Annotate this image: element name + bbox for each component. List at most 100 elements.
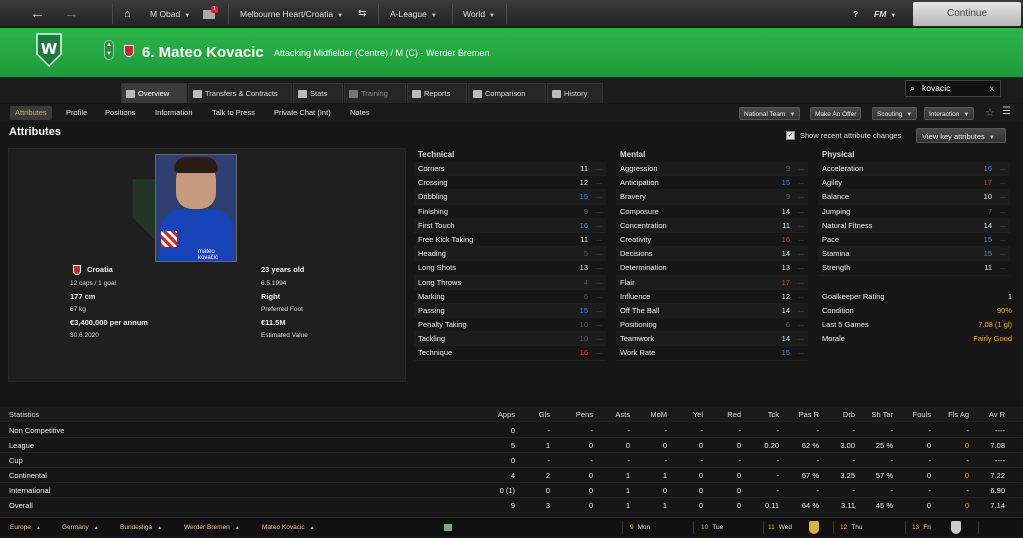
column-header-sh-tar[interactable]: Sh Tar bbox=[871, 407, 893, 422]
breadcrumb-germany[interactable]: Germany ▲ bbox=[62, 518, 99, 537]
stats-row-overall[interactable]: Overall 9 3 0 1 1 0 0 0.11 64 % 3.11 45 % 0 0 7.14 bbox=[0, 498, 1023, 513]
attribute-history-icon[interactable]: ... bbox=[596, 190, 602, 204]
attribute-history-icon[interactable]: ... bbox=[1000, 162, 1006, 176]
attribute-row-agility[interactable]: Agility 17... bbox=[818, 176, 1010, 191]
attribute-row-decisions[interactable]: Decisions 14... bbox=[616, 247, 808, 262]
search-input[interactable]: ⌕ kovacic x bbox=[905, 80, 1001, 97]
attribute-history-icon[interactable]: ... bbox=[798, 332, 804, 346]
column-header-asts[interactable]: Asts bbox=[615, 407, 630, 422]
attribute-history-icon[interactable]: ... bbox=[596, 332, 602, 346]
attribute-history-icon[interactable]: ... bbox=[798, 290, 804, 304]
fm-menu[interactable]: FM ▼ bbox=[874, 0, 896, 28]
attribute-history-icon[interactable]: ... bbox=[798, 247, 804, 261]
attribute-row-finishing[interactable]: Finishing 9... bbox=[414, 205, 606, 219]
calendar-day-thu[interactable]: 12 Thu bbox=[840, 518, 862, 537]
column-header-apps[interactable]: Apps bbox=[498, 407, 515, 422]
scouting-button[interactable]: Scouting ▼ bbox=[872, 107, 918, 120]
player-stepper[interactable]: ▲ ▼ bbox=[104, 40, 114, 60]
breadcrumb-bundesliga[interactable]: Bundesliga ▲ bbox=[120, 518, 162, 537]
column-header-yel[interactable]: Yel bbox=[693, 407, 703, 422]
club-menu[interactable]: Melbourne Heart/Croatia ▼ bbox=[240, 0, 343, 28]
subnav-positions[interactable]: Positions bbox=[100, 106, 140, 120]
view-key-attributes-button[interactable]: View key attributes ▼ bbox=[916, 128, 1006, 143]
subnav-talk-to-press[interactable]: Talk to Press bbox=[207, 106, 260, 120]
tab-overview[interactable]: Overview bbox=[121, 83, 187, 103]
interaction-button[interactable]: Interaction ▼ bbox=[924, 107, 975, 120]
pitch-icon[interactable] bbox=[444, 524, 452, 531]
attribute-history-icon[interactable]: ... bbox=[596, 261, 602, 275]
attribute-row-composure[interactable]: Composure 14... bbox=[616, 205, 808, 219]
attribute-history-icon[interactable]: ... bbox=[798, 233, 804, 247]
inbox-icon[interactable]: 1 bbox=[203, 0, 218, 28]
subnav-profile[interactable]: Profile bbox=[61, 106, 92, 120]
competition-menu[interactable]: A-League ▼ bbox=[390, 0, 437, 28]
attribute-history-icon[interactable]: ... bbox=[798, 219, 804, 233]
attribute-history-icon[interactable]: ... bbox=[596, 247, 602, 261]
home-icon[interactable]: ⌂ bbox=[124, 0, 131, 28]
tab-stats[interactable]: Stats bbox=[293, 83, 343, 103]
help-icon[interactable]: ? bbox=[853, 0, 858, 28]
stats-row-league[interactable]: League 5 1 0 0 0 0 0 0.20 62 % 3.00 25 % 0 0 7.08 bbox=[0, 438, 1023, 453]
attribute-history-icon[interactable]: ... bbox=[1000, 176, 1006, 190]
swap-icon[interactable]: ⇆ bbox=[358, 0, 366, 28]
attribute-row-technique[interactable]: Technique 16... bbox=[414, 346, 606, 361]
attribute-row-free-kick-taking[interactable]: Free Kick Taking 11... bbox=[414, 233, 606, 248]
attribute-history-icon[interactable]: ... bbox=[596, 346, 602, 360]
breadcrumb-europe[interactable]: Europe ▲ bbox=[10, 518, 41, 537]
attribute-history-icon[interactable]: ... bbox=[1000, 233, 1006, 247]
attribute-history-icon[interactable]: ... bbox=[798, 304, 804, 318]
attribute-history-icon[interactable]: ... bbox=[596, 205, 602, 219]
attribute-row-off-the-ball[interactable]: Off The Ball 14... bbox=[616, 303, 808, 319]
back-icon[interactable]: ← bbox=[30, 0, 45, 28]
attribute-row-work-rate[interactable]: Work Rate 15... bbox=[616, 346, 808, 361]
subnav-information[interactable]: Information bbox=[150, 106, 198, 120]
match-opponent-badge-icon[interactable] bbox=[951, 521, 961, 534]
attribute-row-long-throws[interactable]: Long Throws 4... bbox=[414, 275, 606, 290]
column-header-tck[interactable]: Tck bbox=[768, 407, 779, 422]
continue-button[interactable]: Continue bbox=[913, 2, 1021, 26]
attribute-row-pace[interactable]: Pace 15... bbox=[818, 233, 1010, 248]
clear-search-icon[interactable]: x bbox=[990, 81, 994, 96]
column-header-mom[interactable]: MoM bbox=[650, 407, 667, 422]
show-recent-checkbox[interactable]: ✓ bbox=[786, 131, 795, 140]
tab-transfers-contracts[interactable]: Transfers & Contracts bbox=[188, 83, 292, 103]
attribute-row-strength[interactable]: Strength 11... bbox=[818, 261, 1010, 276]
stats-row-international[interactable]: International 0 (1) 0 0 1 0 0 0 - - - - - - 6.90 bbox=[0, 483, 1023, 498]
calendar-day-mon[interactable]: 9 Mon bbox=[630, 518, 650, 537]
column-header-av-r[interactable]: Av R bbox=[989, 407, 1005, 422]
subnav-private-chat[interactable]: Private Chat (Int) bbox=[269, 106, 336, 120]
attribute-history-icon[interactable]: ... bbox=[798, 276, 804, 290]
attribute-row-corners[interactable]: Corners 11... bbox=[414, 162, 606, 177]
stats-row-continental[interactable]: Continental 4 2 0 1 1 0 0 - 67 % 3.25 57 % 0 0 7.22 bbox=[0, 468, 1023, 483]
attribute-history-icon[interactable]: ... bbox=[798, 346, 804, 360]
tab-reports[interactable]: Reports bbox=[407, 83, 467, 103]
attribute-history-icon[interactable]: ... bbox=[596, 290, 602, 304]
attribute-history-icon[interactable]: ... bbox=[596, 276, 602, 290]
attribute-row-tackling[interactable]: Tackling 10... bbox=[414, 332, 606, 347]
calendar-day-wed[interactable]: 11 Wed bbox=[768, 518, 792, 537]
column-header-fls-ag[interactable]: Fls Ag bbox=[948, 407, 969, 422]
subnav-attributes[interactable]: Attributes bbox=[10, 106, 52, 120]
attribute-history-icon[interactable]: ... bbox=[1000, 247, 1006, 261]
attribute-history-icon[interactable]: ... bbox=[798, 261, 804, 275]
attribute-row-marking[interactable]: Marking 6... bbox=[414, 290, 606, 304]
attribute-history-icon[interactable]: ... bbox=[798, 176, 804, 190]
attribute-history-icon[interactable]: ... bbox=[596, 304, 602, 318]
match-club-badge-icon[interactable] bbox=[809, 521, 819, 534]
calendar-day-fri[interactable]: 13 Fri bbox=[912, 518, 931, 537]
attribute-history-icon[interactable]: ... bbox=[1000, 261, 1006, 275]
column-header-red[interactable]: Red bbox=[727, 407, 741, 422]
attribute-row-positioning[interactable]: Positioning 6... bbox=[616, 318, 808, 333]
column-header-drb[interactable]: Drb bbox=[843, 407, 855, 422]
attribute-row-crossing[interactable]: Crossing 12... bbox=[414, 176, 606, 191]
attribute-history-icon[interactable]: ... bbox=[596, 219, 602, 233]
attribute-history-icon[interactable]: ... bbox=[1000, 219, 1006, 233]
attribute-row-teamwork[interactable]: Teamwork 14... bbox=[616, 332, 808, 347]
attribute-row-jumping[interactable]: Jumping 7... bbox=[818, 205, 1010, 219]
tab-history[interactable]: History bbox=[547, 83, 603, 103]
attribute-row-aggression[interactable]: Aggression 9... bbox=[616, 162, 808, 177]
attribute-row-first-touch[interactable]: First Touch 16... bbox=[414, 218, 606, 233]
make-an-offer-button[interactable]: Make An Offer bbox=[810, 107, 862, 120]
attribute-row-concentration[interactable]: Concentration 11... bbox=[616, 218, 808, 233]
attribute-row-acceleration[interactable]: Acceleration 16... bbox=[818, 162, 1010, 177]
